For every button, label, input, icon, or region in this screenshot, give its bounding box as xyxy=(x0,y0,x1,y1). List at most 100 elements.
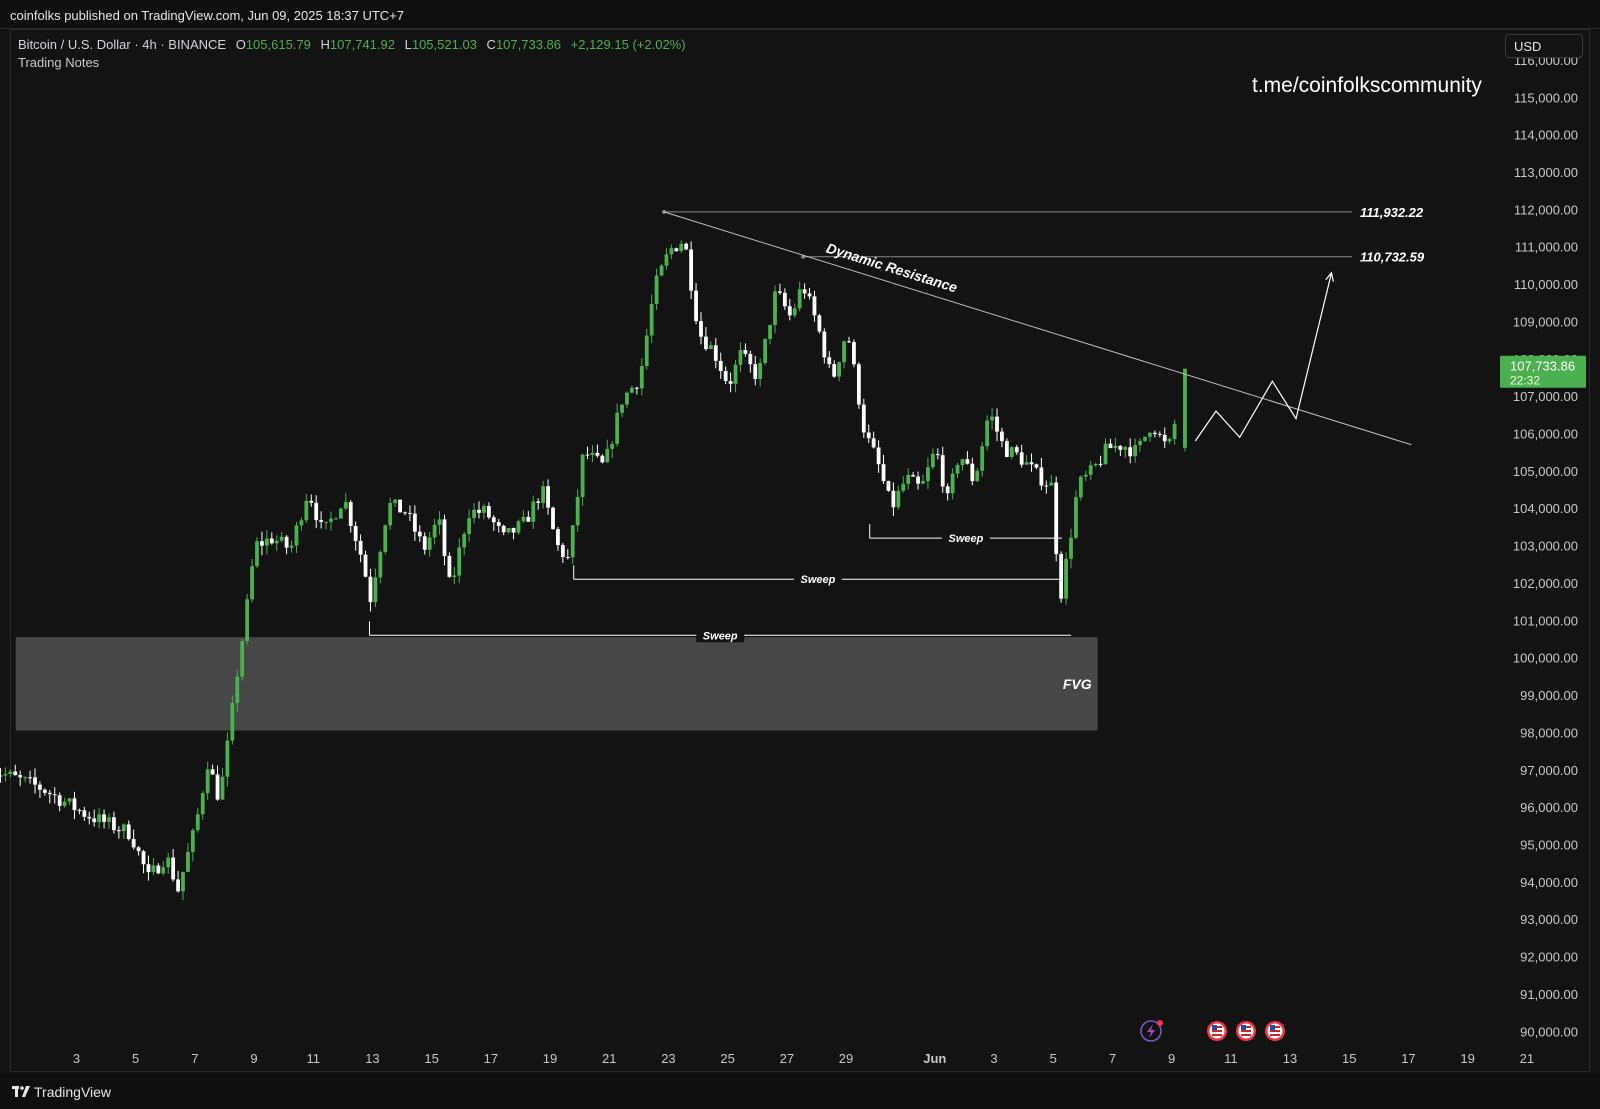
y-tick-label: 100,000.00 xyxy=(1513,651,1578,666)
candle-body xyxy=(822,331,827,358)
candle-body xyxy=(1157,433,1162,435)
candle-body xyxy=(773,291,777,325)
candle-body xyxy=(575,497,580,526)
us-flag-icon[interactable] xyxy=(1265,1021,1285,1041)
currency-button[interactable]: USD xyxy=(1505,34,1583,58)
y-tick-label: 95,000.00 xyxy=(1520,838,1578,853)
x-tick-label: 9 xyxy=(250,1051,257,1066)
candle-body xyxy=(1034,464,1039,468)
us-flag-icon[interactable] xyxy=(1207,1021,1227,1041)
x-tick-label: 7 xyxy=(1109,1051,1116,1066)
candle-body xyxy=(260,541,264,546)
flash-event-icon[interactable] xyxy=(1140,1020,1163,1042)
candle-body xyxy=(161,867,166,874)
candle-body xyxy=(353,526,358,541)
candle-body xyxy=(753,364,758,380)
candle-body xyxy=(748,353,753,365)
candle-body xyxy=(926,467,930,482)
candle-body xyxy=(240,641,245,677)
candle-body xyxy=(452,575,457,578)
candle-body xyxy=(758,362,763,380)
candle-body xyxy=(935,453,940,456)
trading-notes-label[interactable]: Trading Notes xyxy=(18,55,99,70)
candle-body xyxy=(1103,443,1108,464)
y-tick-label: 104,000.00 xyxy=(1513,501,1578,516)
fvg-zone[interactable] xyxy=(15,637,1098,731)
candle-body xyxy=(847,341,851,343)
x-tick-label: 27 xyxy=(780,1051,794,1066)
change-value: +2,129.15 (+2.02%) xyxy=(570,37,686,52)
price-chart[interactable]: FVG 111,932.22110,732.59Dynamic Resistan… xyxy=(0,0,1600,1109)
candle-body xyxy=(560,545,565,557)
candle-body xyxy=(625,392,629,405)
dynamic-resistance-line[interactable] xyxy=(663,211,1412,446)
candle-body xyxy=(921,481,925,484)
candle-body xyxy=(664,254,669,266)
us-flag-icon[interactable] xyxy=(1236,1021,1256,1041)
x-tick-label: 7 xyxy=(191,1051,198,1066)
candle-body xyxy=(832,364,837,377)
candle-body xyxy=(531,501,536,522)
candle-body xyxy=(417,531,422,537)
candle-body xyxy=(812,296,817,316)
candle-body xyxy=(447,555,452,578)
x-tick-label: 25 xyxy=(720,1051,734,1066)
candle-body xyxy=(743,350,748,354)
candle-body xyxy=(486,506,491,518)
x-tick-label: 23 xyxy=(661,1051,675,1066)
candle-body xyxy=(718,360,723,371)
high-value: 107,741.92 xyxy=(329,37,395,52)
candle-body xyxy=(689,249,694,291)
candle-body xyxy=(220,776,225,800)
candle-body xyxy=(1024,462,1029,465)
candle-body xyxy=(289,545,294,548)
candle-body xyxy=(728,381,733,384)
y-tick-label: 101,000.00 xyxy=(1513,613,1578,628)
candle-body xyxy=(457,547,462,576)
candle-body xyxy=(842,341,846,363)
candle-body xyxy=(526,516,531,522)
candle-body xyxy=(985,420,990,447)
tradingview-logo-icon xyxy=(12,1086,30,1097)
candle-body xyxy=(92,818,97,823)
x-tick-label: 17 xyxy=(1401,1051,1415,1066)
candle-body xyxy=(190,830,195,852)
x-tick-label: 9 xyxy=(1168,1051,1175,1066)
y-tick-label: 106,000.00 xyxy=(1513,427,1578,442)
candle-body xyxy=(166,857,171,868)
symbol-legend: Bitcoin / U.S. Dollar · 4h · BINANCE O10… xyxy=(18,37,686,52)
candle-body xyxy=(62,801,67,806)
candle-body xyxy=(565,556,570,558)
candle-body xyxy=(684,243,689,250)
candle-body xyxy=(1000,431,1004,442)
candle-body xyxy=(264,538,269,546)
candle-body xyxy=(674,248,679,252)
candle-body xyxy=(57,795,62,806)
candle-body xyxy=(388,503,393,526)
candle-body xyxy=(763,338,768,363)
candle-body xyxy=(501,525,506,533)
candle-body xyxy=(3,773,8,776)
x-tick-label: 15 xyxy=(1342,1051,1356,1066)
candle-body xyxy=(1148,432,1152,437)
candle-body xyxy=(541,486,546,503)
projection-path[interactable] xyxy=(1194,272,1333,442)
high-label: H xyxy=(320,37,330,52)
candle-body xyxy=(467,518,472,535)
candle-body xyxy=(186,851,190,872)
candle-body xyxy=(33,777,37,785)
candle-body xyxy=(225,740,230,777)
y-tick-label: 111,000.00 xyxy=(1515,240,1578,255)
candle-body xyxy=(472,509,476,519)
candle-body xyxy=(304,500,309,521)
y-tick-label: 99,000.00 xyxy=(1520,688,1578,703)
candle-body xyxy=(1044,485,1049,487)
candle-body xyxy=(171,857,176,880)
candle-body xyxy=(210,769,215,775)
candle-body xyxy=(792,308,797,316)
candle-body xyxy=(1029,462,1034,465)
x-tick-label: 21 xyxy=(602,1051,616,1066)
candle-body xyxy=(215,774,220,800)
candle-body xyxy=(250,566,254,600)
candle-body xyxy=(1049,482,1054,486)
